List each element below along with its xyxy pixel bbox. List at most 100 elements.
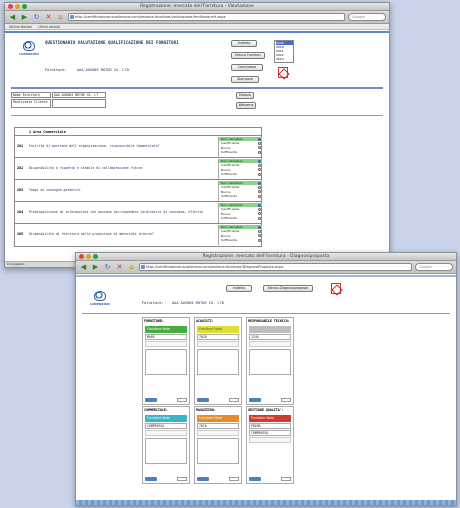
supplier-name-field[interactable]: AAA AUSONI MOTOR CO. LT <box>52 92 106 98</box>
area-save-button[interactable] <box>145 477 157 481</box>
area-field-empty[interactable] <box>249 341 291 347</box>
area-status-bar[interactable]: Fornitore Note <box>145 415 187 422</box>
home-icon[interactable]: ⌂ <box>127 263 136 272</box>
supplier-label: Fornitore: <box>45 68 67 72</box>
area-field-empty[interactable] <box>145 341 187 347</box>
area-field[interactable]: COMPRESSO <box>249 430 291 436</box>
question-row: 202 Disponibilita a rispetto e stabile d… <box>15 158 262 180</box>
bookmark-item[interactable]: Ultime Notizie <box>9 24 32 29</box>
area-field-empty[interactable] <box>249 437 291 443</box>
area-notes[interactable] <box>197 349 239 375</box>
supplier-name: AAA AUSONI MOTOR CO. LTD <box>172 301 224 305</box>
browser-window-diagnosi: Registrazione: mercato dell'Fornitura - … <box>75 252 457 506</box>
bookmark-item[interactable]: Ultimi articoli <box>38 24 60 29</box>
home-icon[interactable]: ⌂ <box>56 13 65 22</box>
back-arrow-icon[interactable]: ◀ <box>79 263 88 272</box>
back-button[interactable]: Indietro <box>231 40 257 47</box>
area-save-button[interactable] <box>197 477 209 481</box>
rating-option[interactable]: Sufficiente <box>219 172 262 176</box>
rating-options: Non valutabile Insufficiente Buono Suffi… <box>218 159 262 179</box>
status-bar <box>76 500 456 505</box>
area-save-button[interactable] <box>249 398 261 402</box>
reload-icon[interactable]: ↻ <box>103 263 112 272</box>
area-save-button[interactable] <box>145 398 157 402</box>
radio-icon <box>258 172 261 176</box>
back-arrow-icon[interactable]: ◀ <box>8 13 17 22</box>
address-bar[interactable]: http://certificazione.qualimova.com/sezi… <box>139 263 412 271</box>
radio-icon <box>258 164 261 167</box>
forward-arrow-icon[interactable]: ▶ <box>91 263 100 272</box>
question-text: Predisposizione di informazioni che poss… <box>29 210 204 214</box>
year-listbox[interactable]: 2009 2010 2011 2012 2013 <box>274 40 294 63</box>
area-save-button[interactable] <box>249 477 261 481</box>
area-field[interactable]: COMPRESSO <box>145 423 187 429</box>
question-code: 203 <box>17 188 24 192</box>
pdf-icon[interactable] <box>278 67 288 78</box>
area-field[interactable]: 7020 <box>197 334 239 340</box>
area-status-bar[interactable]: Fornitore Note <box>197 326 239 333</box>
area-field-empty[interactable] <box>197 430 239 436</box>
rating-option[interactable]: Sufficiente <box>219 150 262 154</box>
area-notes[interactable] <box>249 349 291 375</box>
reload-icon[interactable]: ↻ <box>32 13 41 22</box>
area-field-empty[interactable] <box>145 430 187 436</box>
area-footer <box>145 477 187 481</box>
area-notes[interactable] <box>145 438 187 464</box>
supplier-name: AAA AUSONI MOTOR CO. LTD <box>77 68 129 72</box>
area-card-qualita: GESTIONE QUALITA': Fornitore Note PRIMA … <box>246 406 294 484</box>
pdf-icon[interactable] <box>331 283 341 294</box>
area-save-button[interactable] <box>197 398 209 402</box>
rating-option[interactable]: Sufficiente <box>219 216 262 220</box>
client-field[interactable] <box>52 99 106 108</box>
stop-icon[interactable]: ✕ <box>44 13 53 22</box>
area-status-bar[interactable]: Fornitore Note <box>145 326 187 333</box>
rating-options: Non valutabile Insufficiente Buono Suffi… <box>218 203 262 223</box>
area-card-magazzino: MAGAZZINO: Fornitore Note 7010 <box>194 406 242 484</box>
radio-icon <box>258 159 261 163</box>
bookmarks-bar: Ultime Notizie Ultimi articoli <box>5 24 389 30</box>
welcome-button[interactable]: Welcome <box>236 102 256 109</box>
question-code: 202 <box>17 166 24 170</box>
modulo-button[interactable]: Modulo <box>236 92 254 99</box>
print-button[interactable]: Stampare <box>231 76 259 83</box>
address-bar[interactable]: http://certificazione.qualimova.com/sezi… <box>68 13 345 21</box>
area-notes[interactable] <box>145 349 187 375</box>
address-bar-url: http://certificazione.qualimova.com/sezi… <box>75 15 226 19</box>
forward-arrow-icon[interactable]: ▶ <box>20 13 29 22</box>
header-divider <box>76 275 456 277</box>
area-field[interactable]: 1244 <box>249 334 291 340</box>
area-notes[interactable] <box>197 438 239 464</box>
area-field[interactable]: MARE <box>145 334 187 340</box>
area-status-bar[interactable]: Fornitore Note <box>197 415 239 422</box>
window-titlebar: Registrazione: mercato dell'Fornitura - … <box>76 253 456 261</box>
area-status-bar[interactable]: Fornitore Note <box>249 415 291 422</box>
rating-option[interactable]: Sufficiente <box>219 238 262 242</box>
question-code: 201 <box>17 144 24 148</box>
radio-icon <box>258 146 261 150</box>
stop-icon[interactable]: ✕ <box>115 263 124 272</box>
conclude-button[interactable]: Concludere <box>231 64 263 71</box>
section-divider <box>11 115 383 116</box>
rating-option[interactable]: Sufficiente <box>219 194 262 198</box>
area-status-bar[interactable] <box>249 326 291 333</box>
search-input[interactable]: Google <box>348 13 386 21</box>
diagnosis-list-button[interactable]: Elenco Diagnosiproposte <box>263 285 313 292</box>
search-input[interactable]: Google <box>415 263 453 271</box>
radio-icon <box>258 230 261 233</box>
back-button[interactable]: Indietro <box>226 285 252 292</box>
area-field-empty[interactable] <box>197 341 239 347</box>
supplier-list-button[interactable]: Elenco Fornitori <box>231 52 265 59</box>
area-field[interactable]: PRIMA <box>249 423 291 429</box>
browser-toolbar: ◀ ▶ ↻ ✕ ⌂ http://certificazione.qualimov… <box>76 261 456 274</box>
company-logo: LORENZONI <box>15 41 43 56</box>
radio-icon <box>258 150 261 154</box>
area-field[interactable]: 7010 <box>197 423 239 429</box>
window-title: Registrazione: mercato dell'Fornitura - … <box>140 4 254 9</box>
page-title: QUESTIONARIO VALUTAZIONE QUALIFICAZIONE … <box>45 40 179 45</box>
logo-mark-icon <box>23 41 35 51</box>
area-footer <box>145 398 187 402</box>
supplier-name-label: Nome Fornitore <box>11 92 51 98</box>
year-option[interactable]: 2013 <box>276 57 293 61</box>
radio-icon <box>258 194 261 198</box>
radio-icon <box>258 238 261 242</box>
